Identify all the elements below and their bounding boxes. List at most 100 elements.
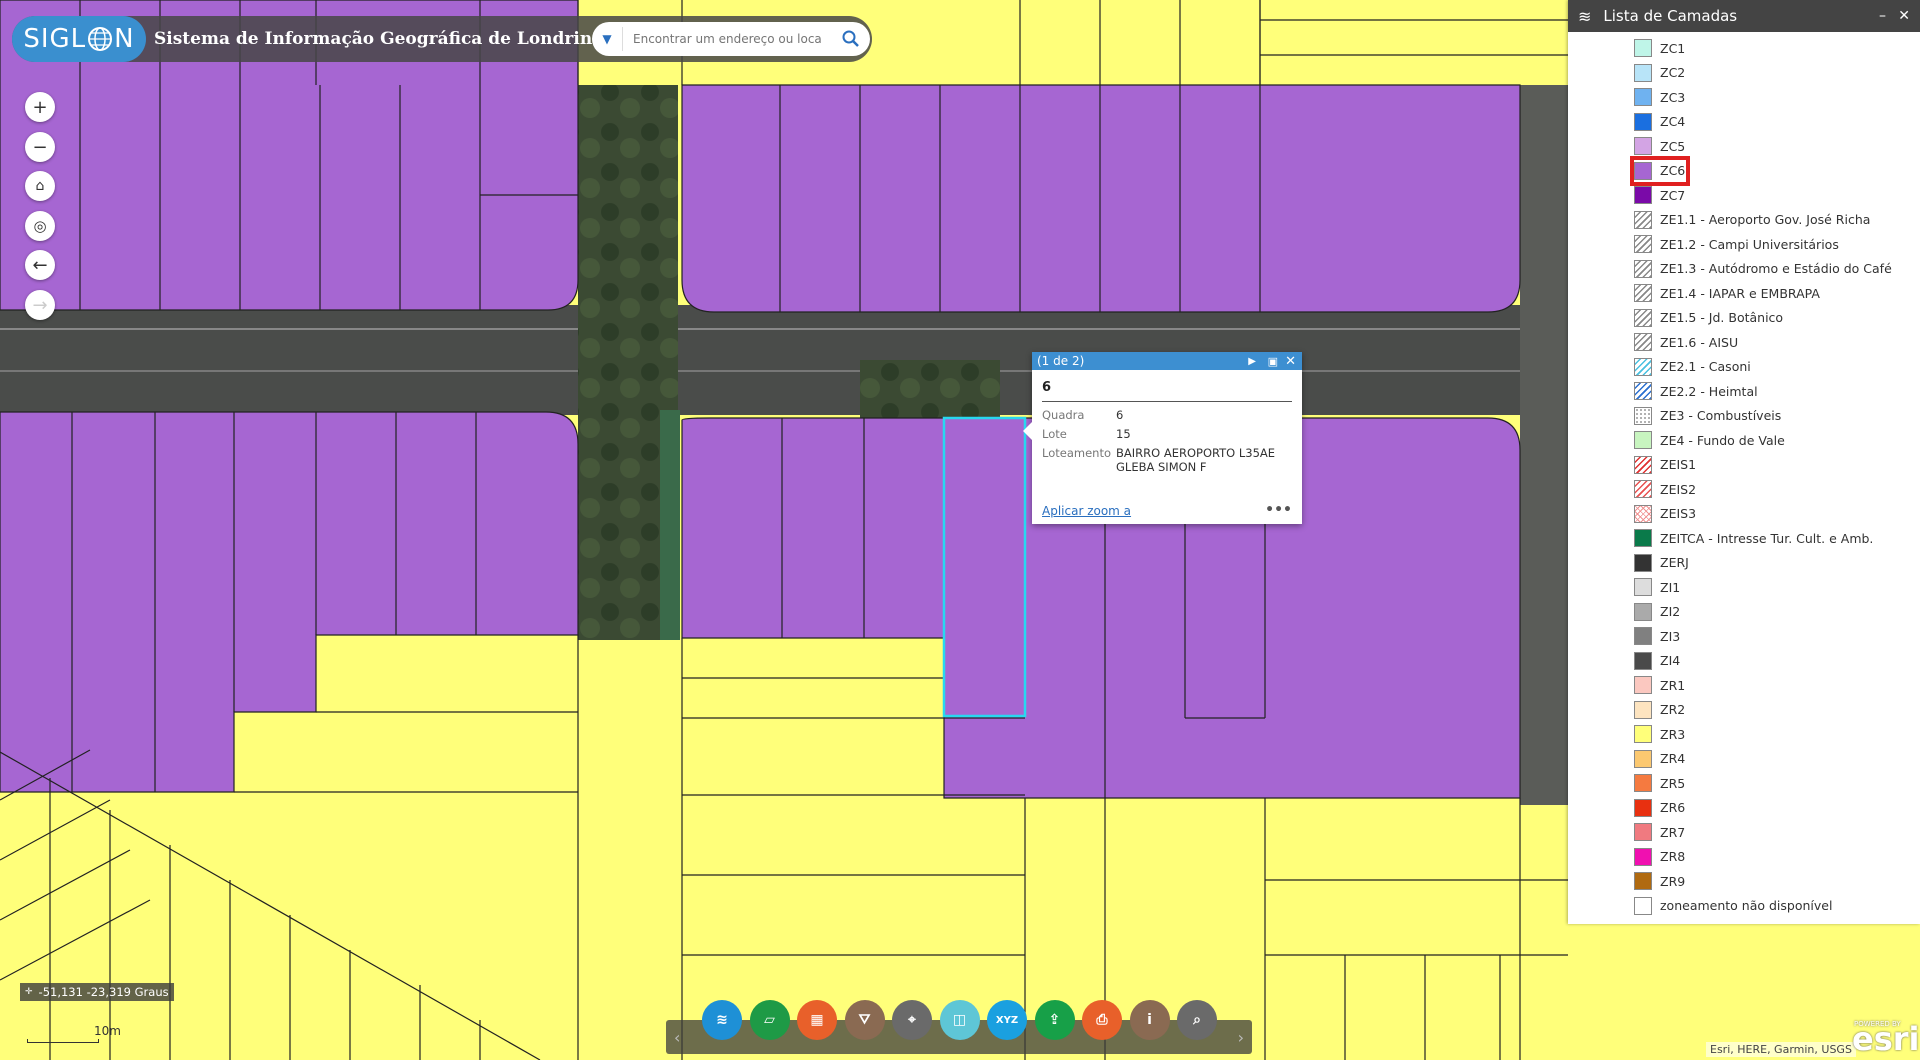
legend-item: ZR3: [1634, 724, 1685, 744]
legend-item: ZE1.5 - Jd. Botânico: [1634, 308, 1783, 328]
legend-item: ZI4: [1634, 651, 1680, 671]
legend-item: ZE1.6 - AISU: [1634, 332, 1738, 352]
field-value: 15: [1116, 427, 1131, 441]
layers-tool-button[interactable]: ≋: [702, 1000, 742, 1040]
search-icon[interactable]: [840, 28, 862, 50]
legend-item: ZC1: [1634, 38, 1685, 58]
legend-label: ZR3: [1660, 726, 1686, 742]
minimize-button[interactable]: –: [1879, 8, 1886, 24]
locate-tool-button[interactable]: ⌖: [892, 1000, 932, 1040]
my-location-button[interactable]: ◎: [25, 211, 55, 241]
measure-tool-button[interactable]: ▱: [749, 1000, 790, 1040]
zoom-in-button[interactable]: +: [25, 92, 55, 122]
arrow-left-icon: ←: [32, 254, 48, 276]
legend-swatch: [1634, 553, 1652, 572]
maximize-icon[interactable]: ▣: [1268, 355, 1278, 368]
legend-label: ZEIS1: [1660, 457, 1697, 472]
legend-label: ZEITCA - Intresse Tur. Cult. e Amb.: [1660, 530, 1874, 546]
zoom-out-button[interactable]: −: [25, 132, 55, 162]
legend-label: ZR2: [1660, 702, 1686, 717]
legend-item: ZE3 - Combustíveis: [1634, 406, 1781, 426]
legend-swatch: [1634, 406, 1652, 425]
legend-item: ZC3: [1634, 87, 1685, 107]
plus-icon: +: [32, 96, 48, 118]
legend-label: ZC2: [1660, 65, 1686, 80]
legend-item: ZEIS2: [1634, 479, 1696, 499]
home-button[interactable]: ⌂: [25, 171, 55, 201]
widget-toolbar: ‹ › ≋ ▱ ▦ ⛛ ⌖ ◫ XYZ ⇪ ⎙ i ⌕: [666, 1000, 1252, 1054]
chevron-left-icon[interactable]: ‹: [674, 1028, 680, 1047]
query-icon: ⌕: [1193, 1012, 1201, 1028]
legend-swatch: [1634, 651, 1652, 670]
selected-parcel[interactable]: [942, 416, 1027, 718]
popup-field-row: Quadra 6: [1042, 408, 1292, 422]
legend-item: ZC7: [1634, 185, 1685, 205]
layers-icon: ≋: [716, 1012, 728, 1028]
sigl-logo[interactable]: SIGL N: [12, 16, 146, 62]
previous-extent-button[interactable]: ←: [25, 250, 55, 280]
legend-label: ZE3 - Combustíveis: [1660, 408, 1782, 423]
legend-swatch: [1634, 529, 1652, 547]
next-feature-icon[interactable]: ▶: [1248, 356, 1256, 367]
legend-label: ZE2.1 - Casoni: [1660, 359, 1751, 374]
legend-swatch: [1634, 88, 1652, 106]
legend-item: ZE1.3 - Autódromo e Estádio do Café: [1634, 259, 1892, 279]
legend-item: ZC2: [1634, 63, 1685, 83]
print-tool-button[interactable]: ⎙: [1082, 1000, 1122, 1040]
legend-label: ZI3: [1660, 628, 1681, 644]
legend-swatch: [1634, 455, 1652, 474]
layers-icon: ≋: [1578, 6, 1592, 26]
search-source-dropdown[interactable]: ▼: [592, 32, 622, 46]
field-label: Quadra: [1042, 408, 1085, 422]
close-icon[interactable]: ✕: [1285, 354, 1296, 369]
more-actions-button[interactable]: •••: [1265, 502, 1292, 518]
legend-item: ZE2.2 - Heimtal: [1634, 381, 1758, 401]
scale-label: 10m: [94, 1024, 121, 1038]
zoom-to-link[interactable]: Aplicar zoom a: [1042, 504, 1131, 518]
swipe-tool-button[interactable]: ◫: [939, 1000, 980, 1040]
esri-logo: POWERED BY esri: [1852, 1020, 1920, 1058]
filter-tool-button[interactable]: ⛛: [844, 1000, 885, 1040]
legend-label: ZE4 - Fundo de Vale: [1660, 432, 1785, 448]
print-icon: ⎙: [1096, 1012, 1108, 1028]
legend-item: ZR1: [1634, 675, 1685, 695]
share-tool-button[interactable]: ⇪: [1034, 1000, 1075, 1040]
legend-swatch: [1634, 431, 1652, 449]
legend-label: ZR6: [1660, 800, 1686, 815]
zc6-highlight-box: [1630, 156, 1690, 186]
query-tool-button[interactable]: ⌕: [1177, 1000, 1217, 1040]
legend-item: ZR2: [1634, 700, 1685, 720]
search-input[interactable]: [622, 27, 825, 51]
coordinate-readout[interactable]: ✛ -51,131 -23,319 Graus: [20, 983, 174, 1001]
close-button[interactable]: ✕: [1898, 8, 1910, 24]
legend-label: ZR7: [1660, 824, 1686, 840]
next-extent-button[interactable]: →: [25, 290, 55, 320]
legend-label: ZERJ: [1660, 555, 1689, 570]
legend-label: ZR4: [1660, 751, 1686, 766]
legend-item: ZI3: [1634, 626, 1680, 646]
xyz-tool-button[interactable]: XYZ: [987, 1000, 1027, 1040]
legend-item: zoneamento não disponível: [1634, 896, 1832, 916]
legend-item: ZC5: [1634, 136, 1685, 156]
chevron-right-icon[interactable]: ›: [1238, 1028, 1244, 1047]
field-label: Lote: [1042, 427, 1067, 441]
basemap-tool-button[interactable]: ▦: [797, 1000, 837, 1040]
legend-swatch: [1634, 823, 1652, 841]
legend-label: ZE2.2 - Heimtal: [1660, 383, 1758, 399]
legend-label: ZC7: [1660, 187, 1686, 203]
coordinate-text: -51,131 -23,319 Graus: [38, 985, 169, 999]
legend-item: ZE1.1 - Aeroporto Gov. José Richa: [1634, 210, 1870, 230]
legend-label: ZC3: [1660, 89, 1686, 105]
legend-label: ZC4: [1660, 114, 1686, 129]
app-title: Sistema de Informação Geográfica de Lond…: [154, 29, 604, 49]
legend-swatch: [1634, 749, 1652, 768]
measure-icon: ▱: [764, 1012, 775, 1028]
swipe-icon: ◫: [952, 1012, 967, 1028]
legend-swatch: [1634, 186, 1652, 204]
about-tool-button[interactable]: i: [1129, 1000, 1170, 1040]
legend-item: ZR5: [1634, 773, 1685, 793]
legend-swatch: [1634, 700, 1652, 719]
logo-text-b: N: [114, 24, 135, 54]
legend-label: ZE1.6 - AISU: [1660, 334, 1739, 350]
popup-pointer: [1023, 422, 1032, 440]
